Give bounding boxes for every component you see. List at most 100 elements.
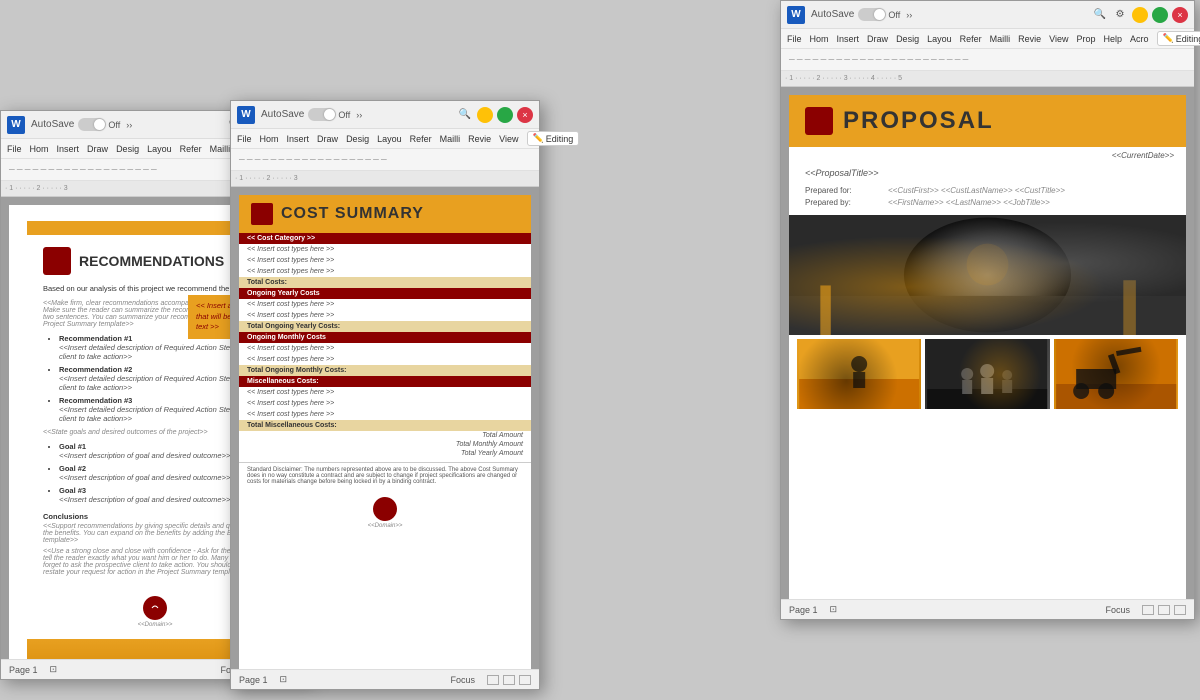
doc-area-win3: PROPOSAL <<CurrentDate>> <<ProposalTitle… xyxy=(781,87,1194,599)
ruler-win2: · 1 · · · · · 2 · · · · · 3 xyxy=(231,171,539,187)
prepared-by-label: Prepared by: xyxy=(805,198,885,207)
proposal-thumb-1 xyxy=(797,339,921,409)
toggle-state-win1: Off xyxy=(108,120,120,130)
menu-refer-win1[interactable]: Refer xyxy=(180,144,202,154)
rec-title-text: RECOMMENDATIONS xyxy=(79,253,224,269)
toggle-pill-win3[interactable] xyxy=(858,8,886,21)
misc-costs-header: Miscellaneous Costs: xyxy=(239,376,531,387)
ribbon-win2: ─ ─ ─ ─ ─ ─ ─ ─ ─ ─ ─ ─ ─ ─ ─ ─ ─ ─ ─ xyxy=(231,149,539,171)
menu-draw-win2[interactable]: Draw xyxy=(317,134,338,144)
title-bar-win2: W AutoSave Off ›› 🔍 × xyxy=(231,101,539,129)
total-monthly-amount: Total Monthly Amount xyxy=(239,440,531,449)
minimize-btn-win3[interactable] xyxy=(1132,7,1148,23)
prepared-by-value: <<FirstName>> <<LastName>> <<JobTitle>> xyxy=(888,198,1170,207)
menu-home-win2[interactable]: Hom xyxy=(260,134,279,144)
menu-home-win3[interactable]: Hom xyxy=(810,34,829,44)
proposal-thumb-2 xyxy=(925,339,1049,409)
autosave-toggle-win1[interactable]: Off xyxy=(78,118,120,131)
chevron-icon-win3: ›› xyxy=(906,10,912,20)
autosave-toggle-win2[interactable]: Off xyxy=(308,108,350,121)
autosave-label-win3: AutoSave xyxy=(811,9,854,20)
title-bar-controls-win2: 🔍 × xyxy=(457,107,533,123)
view-icon-3-win3[interactable] xyxy=(1174,605,1186,615)
view-icon-1-win2[interactable] xyxy=(487,675,499,685)
editing-btn-win2[interactable]: ✏️ Editing xyxy=(527,131,580,146)
menu-prop-win3[interactable]: Prop xyxy=(1077,34,1096,44)
view-icon-2-win2[interactable] xyxy=(503,675,515,685)
focus-btn-win2[interactable]: Focus xyxy=(450,675,475,685)
total-costs: Total Costs: xyxy=(239,277,531,288)
page-label-win1: Page 1 xyxy=(9,665,38,675)
cost-item-1: << Insert cost types here >> xyxy=(239,244,531,255)
menu-refer-win3[interactable]: Refer xyxy=(960,34,982,44)
ribbon-win3: ─ ─ ─ ─ ─ ─ ─ ─ ─ ─ ─ ─ ─ ─ ─ ─ ─ ─ ─ ─ … xyxy=(781,49,1194,71)
view-icons-win2 xyxy=(487,675,531,685)
yearly-item-2: << Insert cost types here >> xyxy=(239,310,531,321)
menu-review-win3[interactable]: Revie xyxy=(1018,34,1041,44)
menu-acro-win3[interactable]: Acro xyxy=(1130,34,1149,44)
cost-item-3: << Insert cost types here >> xyxy=(239,266,531,277)
menu-mail-win1[interactable]: Mailli xyxy=(210,144,231,154)
menu-layout-win3[interactable]: Layou xyxy=(927,34,952,44)
menu-mail-win2[interactable]: Mailli xyxy=(440,134,461,144)
menu-home-win1[interactable]: Hom xyxy=(30,144,49,154)
view-icon-2-win3[interactable] xyxy=(1158,605,1170,615)
cost-header: COST SUMMARY xyxy=(239,195,531,233)
close-btn-win3[interactable]: × xyxy=(1172,7,1188,23)
editing-btn-win3[interactable]: ✏️ Editing xyxy=(1157,31,1200,46)
menu-review-win2[interactable]: Revie xyxy=(468,134,491,144)
minimize-btn-win2[interactable] xyxy=(477,107,493,123)
menu-refer-win2[interactable]: Refer xyxy=(410,134,432,144)
menu-draw-win3[interactable]: Draw xyxy=(867,34,888,44)
menu-file-win3[interactable]: File xyxy=(787,34,802,44)
cost-table: << Cost Category >> << Insert cost types… xyxy=(239,233,531,431)
cost-category-header: << Cost Category >> xyxy=(239,233,531,244)
menu-layout-win1[interactable]: Layou xyxy=(147,144,172,154)
menu-design-win1[interactable]: Desig xyxy=(116,144,139,154)
menu-file-win1[interactable]: File xyxy=(7,144,22,154)
focus-btn-win3[interactable]: Focus xyxy=(1105,605,1130,615)
menu-help-win3[interactable]: Help xyxy=(1104,34,1123,44)
word-logo-win3: W xyxy=(787,6,805,24)
footer-logo-win1 xyxy=(143,596,167,620)
menu-view-win3[interactable]: View xyxy=(1049,34,1068,44)
menu-layout-win2[interactable]: Layou xyxy=(377,134,402,144)
menu-insert-win3[interactable]: Insert xyxy=(837,34,860,44)
autosave-toggle-win3[interactable]: Off xyxy=(858,8,900,21)
proposal-window[interactable]: W AutoSave Off ›› 🔍 ⚙ × File Hom Insert … xyxy=(780,0,1195,620)
menu-design-win2[interactable]: Desig xyxy=(346,134,369,144)
misc-item-3: << Insert cost types here >> xyxy=(239,409,531,420)
menu-file-win2[interactable]: File xyxy=(237,134,252,144)
ongoing-monthly-header: Ongoing Monthly Costs xyxy=(239,332,531,343)
menu-bar-win3: File Hom Insert Draw Desig Layou Refer M… xyxy=(781,29,1194,49)
monthly-item-2: << Insert cost types here >> xyxy=(239,354,531,365)
ruler-win3: · 1 · · · · · 2 · · · · · 3 · · · · · 4 … xyxy=(781,71,1194,87)
search-icon-win2[interactable]: 🔍 xyxy=(457,107,473,123)
maximize-btn-win2[interactable] xyxy=(497,107,513,123)
toggle-pill-win1[interactable] xyxy=(78,118,106,131)
cost-title: COST SUMMARY xyxy=(281,205,424,223)
total-amount: Total Amount xyxy=(239,431,531,440)
toggle-pill-win2[interactable] xyxy=(308,108,336,121)
prepared-for-label: Prepared for: xyxy=(805,186,885,195)
proposal-header: PROPOSAL xyxy=(789,95,1186,147)
menu-mail-win3[interactable]: Mailli xyxy=(990,34,1011,44)
misc-item-1: << Insert cost types here >> xyxy=(239,387,531,398)
footer-win2: <<Domain>> xyxy=(239,489,531,537)
view-icon-3-win2[interactable] xyxy=(519,675,531,685)
total-ongoing-monthly: Total Ongoing Monthly Costs: xyxy=(239,365,531,376)
cost-summary-window[interactable]: W AutoSave Off ›› 🔍 × File Hom Insert Dr… xyxy=(230,100,540,690)
close-btn-win2[interactable]: × xyxy=(517,107,533,123)
menu-view-win2[interactable]: View xyxy=(499,134,518,144)
focus-label-win3: Focus xyxy=(1105,605,1130,615)
menu-design-win3[interactable]: Desig xyxy=(896,34,919,44)
settings-icon-win3[interactable]: ⚙ xyxy=(1112,7,1128,23)
view-icon-1-win3[interactable] xyxy=(1142,605,1154,615)
focus-label-win2: Focus xyxy=(450,675,475,685)
maximize-btn-win3[interactable] xyxy=(1152,7,1168,23)
total-misc: Total Miscellaneous Costs: xyxy=(239,420,531,431)
menu-insert-win1[interactable]: Insert xyxy=(57,144,80,154)
search-icon-win3[interactable]: 🔍 xyxy=(1092,7,1108,23)
menu-insert-win2[interactable]: Insert xyxy=(287,134,310,144)
menu-draw-win1[interactable]: Draw xyxy=(87,144,108,154)
